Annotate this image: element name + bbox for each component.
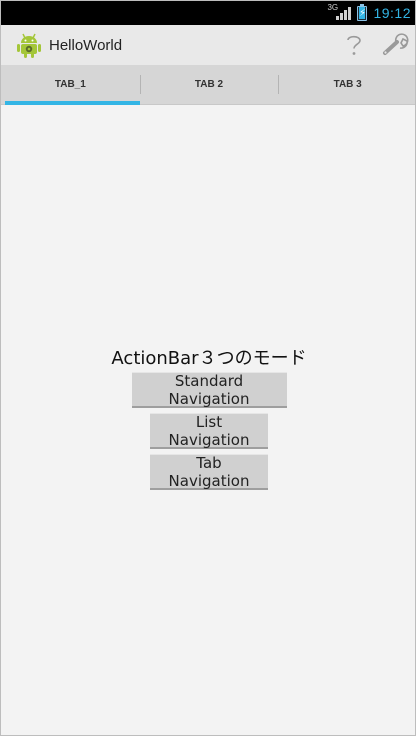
signal-icon: 3G — [327, 3, 352, 20]
tab-3-label: TAB 3 — [333, 79, 362, 90]
android-icon[interactable] — [9, 25, 49, 65]
tab-3[interactable]: TAB 3 — [278, 65, 415, 104]
status-bar: 3G ⚡ 19:12 — [1, 1, 415, 25]
help-icon[interactable] — [333, 25, 375, 65]
tab-1[interactable]: TAB_1 — [1, 65, 140, 105]
tab-bar: TAB_1 TAB 2 TAB 3 — [1, 65, 415, 105]
app-window: 3G ⚡ 19:12 HelloWorld TAB_1 TAB 2 TAB 3 … — [0, 0, 416, 736]
battery-icon: ⚡ — [357, 3, 368, 21]
tab-2-label: TAB 2 — [194, 79, 224, 90]
tab-1-label: TAB_1 — [54, 79, 86, 90]
action-bar: HelloWorld — [1, 25, 415, 65]
app-title: HelloWorld — [49, 36, 123, 54]
content-area: ActionBar３つのモード Standard Navigation List… — [1, 106, 415, 735]
tab-navigation-button[interactable]: Tab Navigation — [150, 454, 268, 490]
settings-wrench-icon[interactable] — [375, 25, 415, 65]
standard-navigation-button[interactable]: Standard Navigation — [131, 372, 287, 408]
selected-tab-indicator — [5, 101, 140, 105]
status-clock: 19:12 — [373, 5, 411, 21]
navigation-mode-panel: ActionBar３つのモード Standard Navigation List… — [1, 344, 415, 495]
network-type: 3G — [327, 3, 339, 12]
charging-bolt-icon: ⚡ — [358, 7, 366, 19]
mode-label: ActionBar３つのモード — [111, 348, 307, 369]
list-navigation-button[interactable]: List Navigation — [150, 413, 268, 449]
tab-2[interactable]: TAB 2 — [139, 65, 279, 104]
